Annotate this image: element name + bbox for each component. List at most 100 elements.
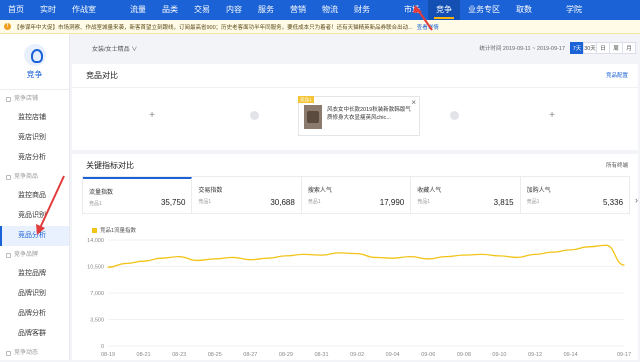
data-point[interactable] bbox=[214, 258, 216, 260]
data-point[interactable] bbox=[160, 257, 162, 259]
sidebar-item[interactable]: 品牌识别 bbox=[0, 284, 69, 304]
data-point[interactable] bbox=[356, 253, 358, 255]
sidebar-section: 竞争品牌 bbox=[0, 246, 69, 264]
nav-item[interactable]: 物流 bbox=[314, 0, 346, 20]
y-tick-label: 14,000 bbox=[87, 238, 104, 244]
nav-item[interactable]: 市场 bbox=[396, 0, 428, 20]
nav-item[interactable]: 实时 bbox=[32, 0, 64, 20]
data-point[interactable] bbox=[409, 256, 412, 258]
data-point[interactable] bbox=[534, 253, 536, 255]
sidebar-item[interactable]: 品牌分析 bbox=[0, 304, 69, 324]
data-point[interactable] bbox=[392, 257, 394, 259]
data-point[interactable] bbox=[196, 259, 198, 262]
sidebar-section: 竞争店铺 bbox=[0, 90, 69, 108]
data-point[interactable] bbox=[338, 252, 340, 254]
product-card[interactable]: 竞品1 风衣女中长款2019秋装新款韩版气质修身大衣显瘦英风chic... × bbox=[298, 96, 420, 136]
data-point[interactable] bbox=[427, 258, 429, 260]
nav-item[interactable]: 服务 bbox=[250, 0, 282, 20]
data-point[interactable] bbox=[570, 249, 572, 251]
series-line[interactable] bbox=[107, 244, 625, 268]
x-tick-label: 08-29 bbox=[279, 352, 293, 358]
data-point[interactable] bbox=[445, 256, 447, 258]
period-button[interactable]: 7天 bbox=[570, 42, 584, 54]
nav-item[interactable]: 内容 bbox=[218, 0, 250, 20]
metric-name: 加购人气 bbox=[526, 188, 551, 194]
nav-item[interactable]: 竞争 bbox=[428, 0, 460, 20]
sidebar-item[interactable]: 品牌客群 bbox=[0, 324, 69, 344]
data-point[interactable] bbox=[552, 251, 554, 253]
period-button[interactable]: 月 bbox=[622, 42, 636, 54]
nav-item[interactable]: 取数 bbox=[508, 0, 540, 20]
data-point[interactable] bbox=[231, 256, 234, 259]
sidebar-section: 竞争动态 bbox=[0, 344, 69, 362]
metric-tile[interactable]: 加购人气 竞品1 5,336 bbox=[521, 177, 629, 213]
metric-value: 17,990 bbox=[379, 198, 405, 207]
data-point[interactable] bbox=[463, 254, 465, 256]
metric-tile[interactable]: 收藏人气 竞品1 3,815 bbox=[411, 177, 521, 213]
period-button[interactable]: 周 bbox=[609, 42, 623, 54]
vs-circle bbox=[250, 111, 259, 120]
nav-item[interactable]: 学院 bbox=[558, 0, 590, 20]
metric-value: 30,688 bbox=[270, 198, 295, 207]
nav-item[interactable]: 流量 bbox=[122, 0, 154, 20]
sidebar-item[interactable]: 竞品识别 bbox=[0, 206, 69, 226]
data-point[interactable] bbox=[285, 255, 287, 257]
nav-item[interactable]: 营销 bbox=[282, 0, 314, 20]
sidebar-item[interactable]: 竞品分析 bbox=[0, 226, 69, 246]
indicators-title-bar: 关键指标对比 所有终端 bbox=[72, 154, 638, 178]
data-point[interactable] bbox=[605, 244, 607, 246]
sidebar-section-label: 竞争商品 bbox=[14, 174, 39, 180]
nav-item[interactable]: 作战室 bbox=[64, 0, 104, 20]
data-point[interactable] bbox=[142, 260, 145, 262]
sidebar-item[interactable]: 监控品牌 bbox=[0, 264, 69, 284]
data-point[interactable] bbox=[249, 259, 251, 261]
nav-item[interactable]: 财务 bbox=[346, 0, 378, 20]
metric-tile[interactable]: 搜索人气 竞品1 17,990 bbox=[302, 177, 412, 213]
top-nav: 首页 实时 作战室 流量 品类 交易 内容 服务 营销 物流 财务 市场 竞争 业务专区 取数 学院 bbox=[0, 0, 640, 20]
data-point[interactable] bbox=[481, 253, 483, 255]
add-product-slot-1[interactable]: + bbox=[102, 100, 202, 130]
sidebar-item[interactable]: 监控商品 bbox=[0, 186, 69, 206]
compare-title-bar: 竞品对比 竞品配置 bbox=[72, 64, 638, 88]
metric-tile[interactable]: 交易指数 竞品1 30,688 bbox=[192, 177, 302, 213]
data-point[interactable] bbox=[498, 255, 501, 257]
notice-detail-link[interactable]: 查看详情 bbox=[417, 23, 439, 31]
metric-name: 流量指数 bbox=[89, 190, 114, 196]
add-product-slot-2[interactable]: + bbox=[502, 100, 602, 130]
x-tick-label: 08-25 bbox=[208, 352, 222, 358]
data-point[interactable] bbox=[516, 256, 518, 259]
category-selector[interactable]: 女装/女士精品 ∨ bbox=[92, 44, 137, 53]
data-point[interactable] bbox=[267, 257, 269, 259]
data-point[interactable] bbox=[587, 246, 590, 248]
config-link[interactable]: 竞品配置 bbox=[606, 64, 628, 88]
toolbar: 女装/女士精品 ∨ 统计时间 2019-09-11 ~ 2019-09-17 7… bbox=[70, 34, 640, 62]
sidebar-item[interactable]: 竞店识别 bbox=[0, 128, 69, 148]
nav-item[interactable]: 首页 bbox=[0, 0, 32, 20]
sidebar-section-label: 竞争动态 bbox=[14, 350, 39, 356]
x-tick-label: 08-27 bbox=[243, 352, 257, 358]
nav-item[interactable]: 业务专区 bbox=[460, 0, 508, 20]
info-icon: ! bbox=[4, 23, 11, 30]
nav-item[interactable]: 交易 bbox=[186, 0, 218, 20]
y-tick-label: 3,500 bbox=[90, 318, 104, 324]
data-point[interactable] bbox=[107, 266, 109, 268]
data-point[interactable] bbox=[374, 256, 376, 259]
x-tick-label: 09-17 bbox=[617, 352, 631, 358]
data-point[interactable] bbox=[623, 264, 625, 266]
sidebar-item[interactable]: 监控店铺 bbox=[0, 108, 69, 128]
sidebar-item[interactable]: 竞店分析 bbox=[0, 148, 69, 168]
terminal-selector[interactable]: 所有终端 bbox=[606, 154, 628, 178]
period-button[interactable]: 30天 bbox=[583, 42, 597, 54]
data-point[interactable] bbox=[178, 256, 180, 258]
data-point[interactable] bbox=[125, 262, 127, 265]
indicators-title: 关键指标对比 bbox=[86, 161, 134, 170]
metric-tile[interactable]: 流量指数 竞品1 35,750 bbox=[83, 177, 193, 213]
close-icon[interactable]: × bbox=[411, 98, 416, 107]
product-name: 风衣女中长款2019秋装新款韩版气质修身大衣显瘦英风chic... bbox=[327, 107, 411, 121]
data-point[interactable] bbox=[303, 253, 305, 255]
chevron-right-icon[interactable]: › bbox=[635, 195, 638, 205]
metric-name: 交易指数 bbox=[198, 188, 223, 194]
period-button[interactable]: 日 bbox=[596, 42, 610, 54]
data-point[interactable] bbox=[320, 254, 323, 256]
nav-item[interactable]: 品类 bbox=[154, 0, 186, 20]
